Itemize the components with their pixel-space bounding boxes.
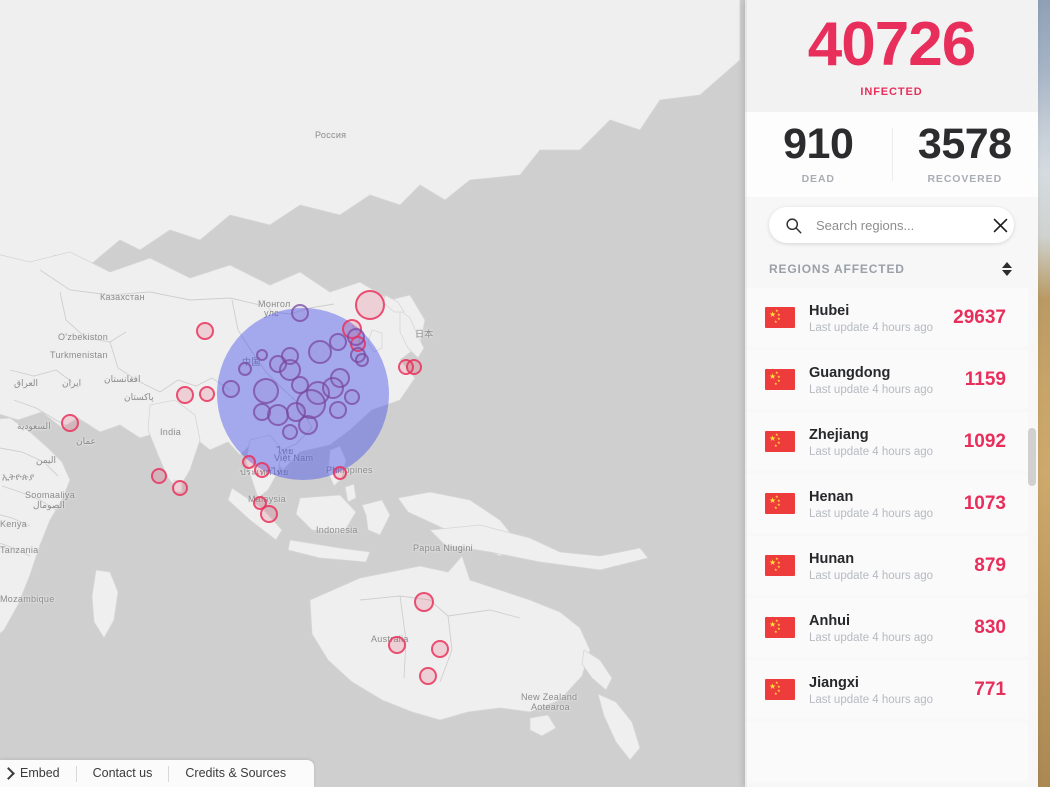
cn-flag-icon: ★ ★ ★ ★ ★ — [765, 493, 795, 515]
region-name: Hunan — [809, 550, 855, 567]
cn-flag-icon: ★ ★ ★ ★ ★ — [765, 617, 795, 639]
dashboard-root: Россия Казахстан Монгол улс O'zbekiston Turkm… — [0, 0, 1050, 787]
dead-stat: 910 DEAD — [745, 120, 892, 186]
region-last-update: Last update 4 hours ago — [809, 321, 934, 334]
contact-us-link[interactable]: Contact us — [77, 760, 169, 787]
region-case-count: 879 — [974, 554, 1006, 576]
search-bar[interactable] — [769, 207, 1014, 244]
region-name: Zhejiang — [809, 426, 869, 443]
sort-desc-arrow — [1002, 270, 1012, 277]
dead-count: 910 — [783, 120, 854, 168]
search-input[interactable] — [816, 217, 992, 233]
region-last-update: Last update 4 hours ago — [809, 445, 934, 458]
region-last-update: Last update 4 hours ago — [809, 383, 934, 396]
region-text: Hubei Last update 4 hours ago — [809, 302, 944, 334]
region-text: Jiangxi Last update 4 hours ago — [809, 674, 944, 706]
region-text: Hunan Last update 4 hours ago — [809, 550, 944, 582]
cn-flag-icon: ★ ★ ★ ★ ★ — [765, 555, 795, 577]
recovered-count: 3578 — [917, 120, 1012, 168]
region-case-count: 29637 — [953, 306, 1006, 328]
region-last-update: Last update 4 hours ago — [809, 693, 934, 706]
background-photo-strip — [1038, 0, 1050, 787]
region-name: Henan — [809, 488, 854, 505]
region-last-update: Last update 4 hours ago — [809, 507, 934, 520]
infected-summary: 40726 INFECTED — [745, 0, 1038, 112]
close-icon[interactable] — [992, 217, 1009, 234]
recovered-label: RECOVERED — [927, 173, 1003, 186]
region-case-count: 771 — [974, 678, 1006, 700]
search-icon — [786, 218, 802, 234]
sort-asc-arrow — [1002, 262, 1012, 269]
regions-header: REGIONS AFFECTED — [745, 251, 1038, 288]
recovered-stat: 3578 RECOVERED — [891, 120, 1039, 186]
embed-label: Embed — [20, 766, 60, 780]
region-row[interactable]: ★ ★ ★ ★ ★ Guangdong Last update 4 hours ago 115… — [745, 350, 1028, 413]
list-scrollbar-thumb[interactable] — [1028, 428, 1036, 487]
region-last-update: Last update 4 hours ago — [809, 631, 934, 644]
search-container — [745, 197, 1038, 251]
list-scrollbar[interactable] — [1028, 288, 1036, 787]
region-row[interactable]: ★ ★ ★ ★ ★ Hubei Last update 4 hours ago 29637 — [745, 288, 1028, 351]
region-row[interactable]: ★ ★ ★ ★ ★ Anhui Last update 4 hours ago 830 — [745, 598, 1028, 661]
regions-list[interactable]: ★ ★ ★ ★ ★ Hubei Last update 4 hours ago 29637 ★ ★… — [745, 288, 1038, 787]
region-text: Guangdong Last update 4 hours ago — [809, 364, 944, 396]
sort-updown-icon[interactable] — [1000, 260, 1014, 278]
region-text: Henan Last update 4 hours ago — [809, 488, 944, 520]
credits-sources-link[interactable]: Credits & Sources — [169, 760, 302, 787]
bottom-toolbar: Embed Contact us Credits & Sources — [0, 760, 315, 787]
dead-label: DEAD — [801, 173, 835, 186]
regions-affected-title: REGIONS AFFECTED — [769, 262, 905, 277]
regions-rows-container: ★ ★ ★ ★ ★ Hubei Last update 4 hours ago 29637 ★ ★… — [745, 288, 1028, 785]
region-case-count: 830 — [974, 616, 1006, 638]
region-name: Jiangxi — [809, 674, 859, 691]
cn-flag-icon: ★ ★ ★ ★ ★ — [765, 369, 795, 391]
region-name: Guangdong — [809, 364, 891, 381]
region-last-update: Last update 4 hours ago — [809, 569, 934, 582]
region-case-count: 1159 — [964, 368, 1006, 390]
region-text: Anhui Last update 4 hours ago — [809, 612, 944, 644]
dead-recovered-summary: 910 DEAD 3578 RECOVERED — [745, 112, 1039, 198]
cn-flag-icon: ★ ★ ★ ★ ★ — [765, 679, 795, 701]
chevron-right-icon — [2, 767, 15, 780]
region-row[interactable]: ★ ★ ★ ★ ★ Hunan Last update 4 hours ago 879 — [745, 536, 1028, 599]
region-case-count: 1092 — [963, 430, 1006, 452]
region-row[interactable]: ★ ★ ★ ★ ★ Zhejiang Last update 4 hours ago 1092 — [745, 412, 1028, 475]
region-name: Hubei — [809, 302, 850, 319]
region-row[interactable] — [745, 722, 1028, 785]
sidebar-edge-shadow — [745, 0, 747, 787]
region-name: Anhui — [809, 612, 851, 629]
region-text: Zhejiang Last update 4 hours ago — [809, 426, 944, 458]
region-row[interactable]: ★ ★ ★ ★ ★ Henan Last update 4 hours ago 1073 — [745, 474, 1028, 537]
infected-label: INFECTED — [860, 86, 923, 98]
region-case-count: 1073 — [963, 492, 1006, 514]
embed-button[interactable]: Embed — [0, 760, 76, 787]
region-row[interactable]: ★ ★ ★ ★ ★ Jiangxi Last update 4 hours ago 771 — [745, 660, 1028, 723]
cn-flag-icon: ★ ★ ★ ★ ★ — [765, 431, 795, 453]
stats-sidebar: 40726 INFECTED 910 DEAD 3578 RECOVERED S… — [745, 0, 1038, 787]
infected-count: 40726 — [807, 10, 976, 79]
cn-flag-icon: ★ ★ ★ ★ ★ — [765, 307, 795, 329]
